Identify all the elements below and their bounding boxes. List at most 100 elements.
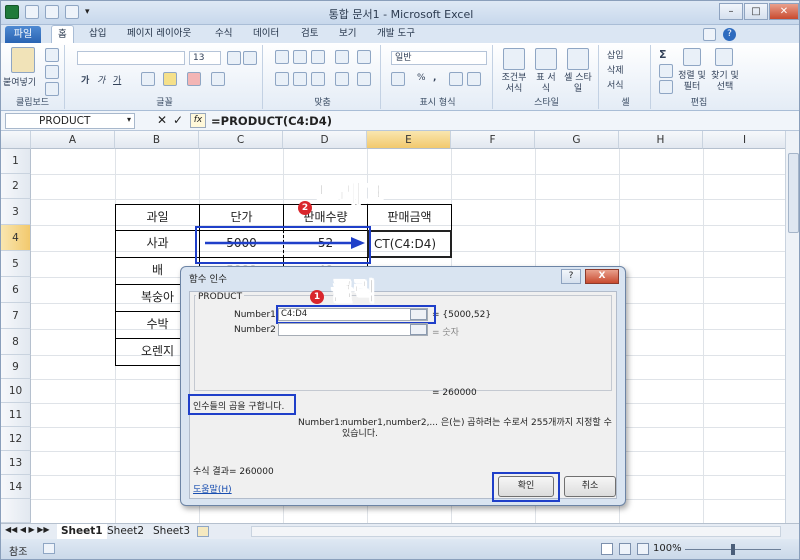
row-header-3[interactable]: 3: [1, 199, 31, 225]
row-header-6[interactable]: 6: [1, 277, 31, 303]
ok-button[interactable]: 확인: [498, 476, 554, 497]
sheet-nav-icon[interactable]: ◀◀ ◀ ▶ ▶▶: [5, 525, 50, 534]
increase-decimal-icon[interactable]: [449, 72, 463, 86]
row-header-7[interactable]: 7: [1, 303, 31, 329]
row-header-4[interactable]: 4: [1, 225, 31, 251]
close-window-button[interactable]: ✕: [769, 3, 799, 20]
cell-styles-button[interactable]: 셀 스타일: [563, 73, 593, 95]
indent-icon[interactable]: [335, 72, 349, 86]
vertical-scrollbar[interactable]: [785, 131, 799, 523]
formula-input[interactable]: =PRODUCT(C4:D4): [211, 112, 332, 130]
sort-filter-button[interactable]: 정렬 및 필터: [677, 71, 707, 93]
align-left-icon[interactable]: [275, 72, 289, 86]
comma-button[interactable]: ,: [433, 73, 436, 83]
row-header-12[interactable]: 12: [1, 427, 31, 451]
col-header-b[interactable]: B: [115, 131, 199, 149]
align-center-icon[interactable]: [293, 72, 307, 86]
cell-b4[interactable]: 사과: [115, 230, 200, 258]
paste-button-label[interactable]: 붙여넣기: [3, 75, 36, 88]
orientation-icon[interactable]: [335, 50, 349, 64]
decrease-decimal-icon[interactable]: [467, 72, 481, 86]
align-top-icon[interactable]: [275, 50, 289, 64]
align-bottom-icon[interactable]: [311, 50, 325, 64]
format-painter-icon[interactable]: [45, 82, 59, 96]
cell-e4[interactable]: CT(C4:D4): [367, 230, 452, 258]
merge-center-icon[interactable]: [357, 72, 371, 86]
horizontal-scrollbar[interactable]: [251, 526, 781, 537]
col-header-c[interactable]: C: [199, 131, 283, 149]
conditional-format-icon[interactable]: [503, 48, 525, 70]
maximize-button[interactable]: □: [744, 3, 768, 20]
insert-cells-button[interactable]: 삽입: [607, 48, 624, 61]
paste-icon[interactable]: [11, 47, 35, 73]
font-family-select[interactable]: [77, 51, 185, 65]
tab-insert[interactable]: 삽입: [83, 25, 112, 43]
macro-record-icon[interactable]: [43, 543, 55, 554]
dialog-help-button[interactable]: ?: [561, 269, 581, 284]
cancel-button[interactable]: 취소: [564, 476, 616, 497]
row-header-15[interactable]: [1, 499, 31, 523]
col-header-h[interactable]: H: [619, 131, 703, 149]
row-header-9[interactable]: 9: [1, 355, 31, 379]
align-right-icon[interactable]: [311, 72, 325, 86]
col-header-d[interactable]: D: [283, 131, 367, 149]
row-header-13[interactable]: 13: [1, 451, 31, 475]
shrink-font-icon[interactable]: [243, 51, 257, 65]
font-size-select[interactable]: 13: [189, 51, 221, 65]
align-middle-icon[interactable]: [293, 50, 307, 64]
page-layout-view-icon[interactable]: [619, 543, 631, 555]
sheet-tab-3[interactable]: Sheet3: [149, 524, 194, 539]
insert-sheet-icon[interactable]: [197, 526, 209, 537]
tab-data[interactable]: 데이터: [247, 25, 285, 43]
currency-icon[interactable]: [391, 72, 405, 86]
normal-view-icon[interactable]: [601, 543, 613, 555]
enter-icon[interactable]: ✓: [173, 113, 183, 127]
format-table-button[interactable]: 표 서식: [533, 73, 559, 95]
page-break-view-icon[interactable]: [637, 543, 649, 555]
delete-cells-button[interactable]: 삭제: [607, 63, 624, 76]
name-box[interactable]: PRODUCT: [5, 113, 135, 129]
bold-button[interactable]: 가: [81, 73, 89, 86]
col-header-g[interactable]: G: [535, 131, 619, 149]
collapse-dialog-icon[interactable]: [410, 324, 427, 335]
underline-button[interactable]: 가: [113, 73, 121, 86]
row-header-1[interactable]: 1: [1, 149, 31, 174]
cell-styles-icon[interactable]: [567, 48, 589, 70]
minimize-button[interactable]: –: [719, 3, 743, 20]
row-header-2[interactable]: 2: [1, 174, 31, 199]
find-select-icon[interactable]: [715, 48, 733, 66]
tab-home[interactable]: 홈: [51, 25, 74, 43]
row-header-10[interactable]: 10: [1, 379, 31, 403]
number2-input[interactable]: [278, 323, 428, 336]
format-table-icon[interactable]: [535, 48, 557, 70]
tab-developer[interactable]: 개발 도구: [371, 25, 421, 43]
percent-button[interactable]: %: [417, 73, 426, 83]
borders-icon[interactable]: [141, 72, 155, 86]
sort-filter-icon[interactable]: [683, 48, 701, 66]
number-format-select[interactable]: 일반: [391, 51, 487, 65]
sheet-tab-1[interactable]: Sheet1: [57, 524, 107, 539]
tab-review[interactable]: 검토: [295, 25, 324, 43]
format-cells-button[interactable]: 서식: [607, 78, 624, 91]
sheet-tab-2[interactable]: Sheet2: [103, 524, 148, 539]
grow-font-icon[interactable]: [227, 51, 241, 65]
cell-b3[interactable]: 과일: [115, 204, 200, 231]
wrap-text-icon[interactable]: [357, 50, 371, 64]
cancel-icon[interactable]: ✕: [157, 113, 167, 127]
conditional-format-button[interactable]: 조건부 서식: [499, 73, 529, 95]
italic-button[interactable]: 가: [97, 73, 105, 86]
name-box-dropdown-icon[interactable]: ▾: [127, 115, 131, 124]
zoom-slider-thumb[interactable]: [731, 544, 735, 555]
row-header-14[interactable]: 14: [1, 475, 31, 499]
tab-view[interactable]: 보기: [333, 25, 362, 43]
col-header-a[interactable]: A: [31, 131, 115, 149]
copy-icon[interactable]: [45, 65, 59, 79]
fill-color-icon[interactable]: [163, 72, 177, 86]
cut-icon[interactable]: [45, 48, 59, 62]
tab-file[interactable]: 파일: [5, 26, 41, 43]
col-header-i[interactable]: I: [703, 131, 785, 149]
scroll-thumb[interactable]: [788, 153, 799, 233]
font-color-icon[interactable]: [187, 72, 201, 86]
help-link[interactable]: 도움말(H): [193, 482, 232, 495]
select-all-corner[interactable]: [1, 131, 31, 149]
